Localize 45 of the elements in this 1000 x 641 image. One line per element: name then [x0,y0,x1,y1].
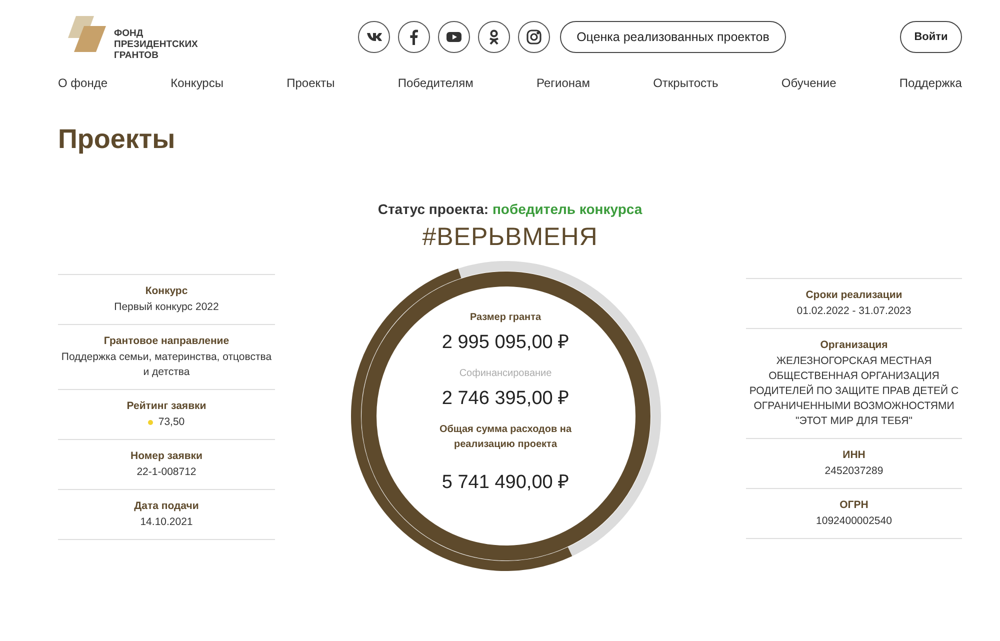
info-label: Сроки реализации [804,289,904,301]
nav-link[interactable]: Поддержка [899,76,962,90]
nav-link[interactable]: Проекты [286,76,335,90]
info-value: 2452037289 [824,464,884,479]
info-value: 14.10.2021 [140,515,193,530]
info-value: 73,50 [158,415,185,430]
nav-link[interactable]: О фонде [58,76,108,90]
info-label: Номер заявки [129,450,204,462]
finance-label: Размер гранта [468,311,542,325]
nav-link[interactable]: Обучение [781,76,836,90]
rating-dot-icon [148,420,154,425]
finance-label: Софинансирование [458,367,553,381]
info-label: Конкурс [144,285,189,297]
nav-link[interactable]: Конкурсы [170,76,224,90]
finance-amount: 2 995 095,00 ₽ [442,331,570,354]
login-button[interactable]: Войти [900,21,962,53]
finance-amount: 5 741 490,00 ₽ [442,471,570,494]
finance-label: Общая сумма расходов на реализацию проекта [438,423,573,452]
info-label: Дата подачи [133,500,200,512]
project-name: #ВЕРЬВМЕНЯ [421,223,599,252]
info-label: ОГРН [838,499,870,511]
info-label: Организация [819,339,889,351]
logo-icon [68,16,108,52]
nav-link[interactable]: Победителям [398,76,474,90]
ok-icon[interactable] [478,21,510,53]
info-value: 01.02.2022 - 31.07.2023 [796,304,912,319]
info-label: Рейтинг заявки [126,400,208,412]
project-status: Статус проекта: победитель конкурса [376,201,644,217]
info-value: Поддержка семьи, материнства, отцовства и детства [60,350,273,380]
info-label: ИНН [842,449,866,461]
youtube-icon[interactable] [438,21,470,53]
finance-amount: 2 746 395,00 ₽ [442,387,570,410]
logo-text: ФОНД ПРЕЗИДЕНТСКИХ ГРАНТОВ [114,28,198,60]
page-title: Проекты [58,123,176,155]
evaluation-button[interactable]: Оценка реализованных проектов [560,21,786,53]
instagram-icon[interactable] [518,21,550,53]
nav-link[interactable]: Открытость [653,76,718,90]
info-value: Первый конкурс 2022 [114,300,219,315]
info-label: Грантовое направление [102,335,230,347]
info-value: 22-1-008712 [136,465,196,480]
vk-icon[interactable] [358,21,390,53]
info-value: ЖЕЛЕЗНОГОРСКАЯ МЕСТНАЯ ОБЩЕСТВЕННАЯ ОРГАНИЗАЦИЯ РОДИТЕЛЕЙ ПО ЗАЩИТЕ ПРАВ ДЕТЕЙ С ОГРАНИЧЕННЫМИ ВОЗМОЖНОСТЯМИ "ЭТОТ МИР ДЛЯ ТЕБЯ" [748,354,960,429]
facebook-icon[interactable] [398,21,430,53]
info-value: 1092400002540 [816,514,892,529]
nav-link[interactable]: Регионам [536,76,590,90]
